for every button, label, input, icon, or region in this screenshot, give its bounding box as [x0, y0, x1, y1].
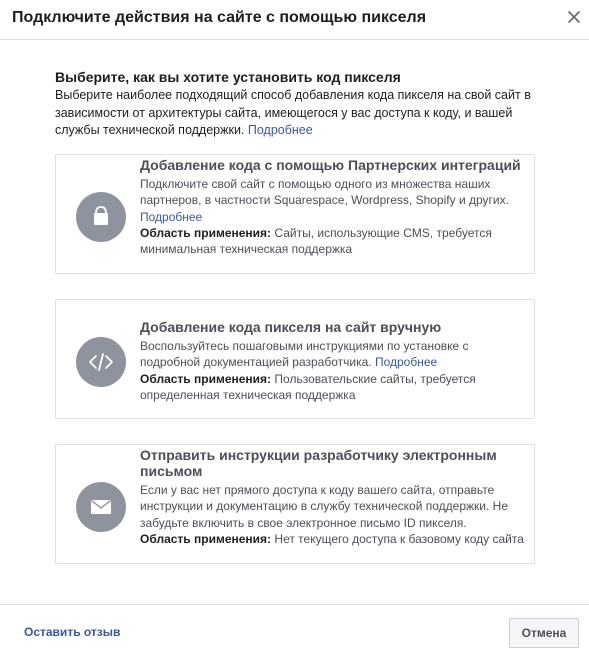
intro-heading: Выберите, как вы хотите установить код п…: [55, 69, 401, 85]
option-card-manual-install[interactable]: Добавление кода пикселя на сайт вручную …: [55, 299, 535, 419]
option-description: Воспользуйтесь пошаговыми инструкциями п…: [140, 338, 525, 403]
option-scope-label: Область применения:: [140, 371, 272, 386]
option-card-body: Добавление кода с помощью Партнерских ин…: [140, 157, 525, 257]
dialog-header: Подключите действия на сайте с помощью п…: [0, 0, 589, 40]
intro-text: Выберите наиболее подходящий способ доба…: [55, 87, 545, 140]
option-description-text: Если у вас нет прямого доступа к коду ва…: [140, 483, 509, 530]
envelope-icon: [76, 482, 126, 532]
option-scope-label: Область применения:: [140, 225, 272, 240]
option-scope-label: Область применения:: [140, 531, 272, 546]
intro-section: Выберите, как вы хотите установить код п…: [55, 69, 545, 140]
option-card-partner-integrations[interactable]: Добавление кода с помощью Партнерских ин…: [55, 154, 535, 274]
option-scope-text: Нет текущего доступа к базовому коду сай…: [274, 531, 524, 546]
shopping-bag-icon: [76, 192, 126, 242]
option-learn-more-link[interactable]: Подробнее: [140, 210, 202, 224]
intro-learn-more-link[interactable]: Подробнее: [248, 123, 313, 137]
option-card-body: Добавление кода пикселя на сайт вручную …: [140, 319, 525, 403]
option-description: Если у вас нет прямого доступа к коду ва…: [140, 482, 525, 547]
cancel-button[interactable]: Отмена: [509, 618, 579, 648]
dialog-title: Подключите действия на сайте с помощью п…: [12, 9, 427, 26]
feedback-link[interactable]: Оставить отзыв: [24, 625, 120, 639]
code-icon: [76, 337, 126, 387]
close-icon[interactable]: [564, 8, 584, 28]
option-title: Добавление кода с помощью Партнерских ин…: [140, 157, 521, 173]
option-card-email-developer[interactable]: Отправить инструкции разработчику электр…: [55, 444, 535, 564]
dialog-footer: Оставить отзыв Отмена: [0, 604, 589, 653]
option-learn-more-link[interactable]: Подробнее: [375, 355, 437, 369]
option-title: Добавление кода пикселя на сайт вручную: [140, 319, 442, 335]
option-description: Подключите свой сайт с помощью одного из…: [140, 176, 525, 257]
option-title: Отправить инструкции разработчику электр…: [140, 447, 497, 479]
option-card-body: Отправить инструкции разработчику электр…: [140, 447, 525, 547]
option-description-text: Подключите свой сайт с помощью одного из…: [140, 177, 509, 208]
